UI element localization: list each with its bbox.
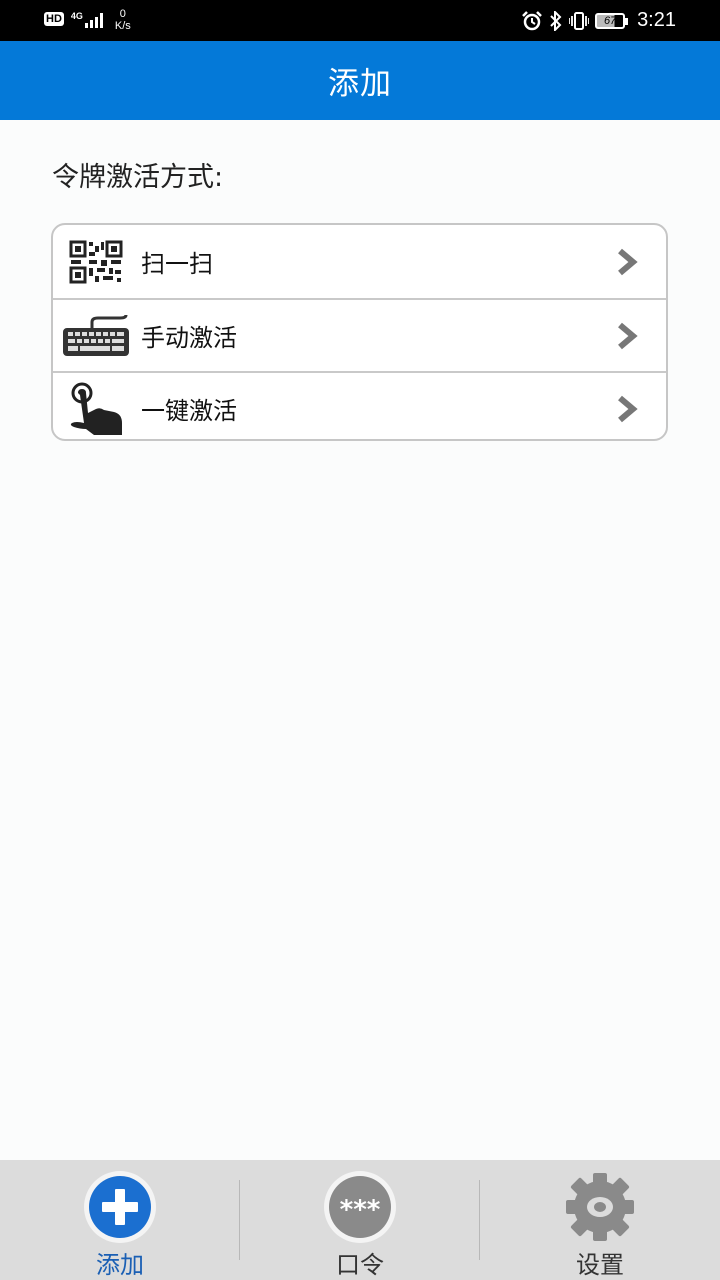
tab-add[interactable]: 添加 bbox=[0, 1160, 240, 1280]
battery-indicator: 67 bbox=[595, 12, 629, 29]
password-icon: *** bbox=[322, 1168, 398, 1245]
section-label: 令牌激活方式: bbox=[52, 162, 224, 193]
chevron-right-icon bbox=[618, 248, 638, 275]
page-title: 添加 bbox=[328, 66, 392, 102]
tab-settings-label: 设置 bbox=[576, 1251, 624, 1279]
vibrate-icon bbox=[569, 11, 590, 30]
qr-code-icon bbox=[53, 225, 139, 298]
hand-tap-icon bbox=[53, 372, 139, 439]
gear-icon bbox=[560, 1168, 640, 1245]
status-time: 3:21 bbox=[637, 9, 676, 31]
bottom-tab-bar: 添加 *** 口令 设置 bbox=[0, 1160, 720, 1280]
activation-method-list: 扫一扫 手动激活 一键激活 bbox=[51, 223, 668, 441]
one-click-activate-item[interactable]: 一键激活 bbox=[53, 371, 666, 439]
tab-password-label: 口令 bbox=[336, 1251, 384, 1279]
tab-password[interactable]: *** 口令 bbox=[240, 1160, 480, 1280]
hd-badge: HD bbox=[44, 12, 64, 26]
password-icon-text: *** bbox=[340, 1195, 381, 1225]
tab-add-label: 添加 bbox=[96, 1251, 144, 1279]
manual-activate-label: 手动激活 bbox=[141, 324, 237, 352]
signal-icon bbox=[84, 13, 103, 28]
speed-value: 0 bbox=[119, 8, 126, 20]
alarm-icon bbox=[522, 10, 542, 30]
status-bar: HD 4G 0 K/s 67 3:21 bbox=[0, 0, 720, 41]
speed-unit: K/s bbox=[114, 20, 131, 32]
chevron-right-icon bbox=[618, 322, 638, 349]
one-click-activate-label: 一键激活 bbox=[141, 397, 237, 425]
manual-activate-item[interactable]: 手动激活 bbox=[53, 298, 666, 371]
bluetooth-icon bbox=[550, 10, 562, 31]
title-bar: 添加 bbox=[0, 41, 720, 120]
battery-level: 67 bbox=[603, 14, 617, 27]
scan-qr-item[interactable]: 扫一扫 bbox=[53, 225, 666, 298]
add-icon bbox=[82, 1168, 158, 1245]
network-type: 4G bbox=[70, 11, 83, 21]
tab-settings[interactable]: 设置 bbox=[480, 1160, 720, 1280]
chevron-right-icon bbox=[618, 395, 638, 422]
keyboard-icon bbox=[53, 299, 139, 372]
scan-qr-label: 扫一扫 bbox=[141, 250, 213, 278]
network-speed: 0 K/s bbox=[115, 8, 131, 32]
